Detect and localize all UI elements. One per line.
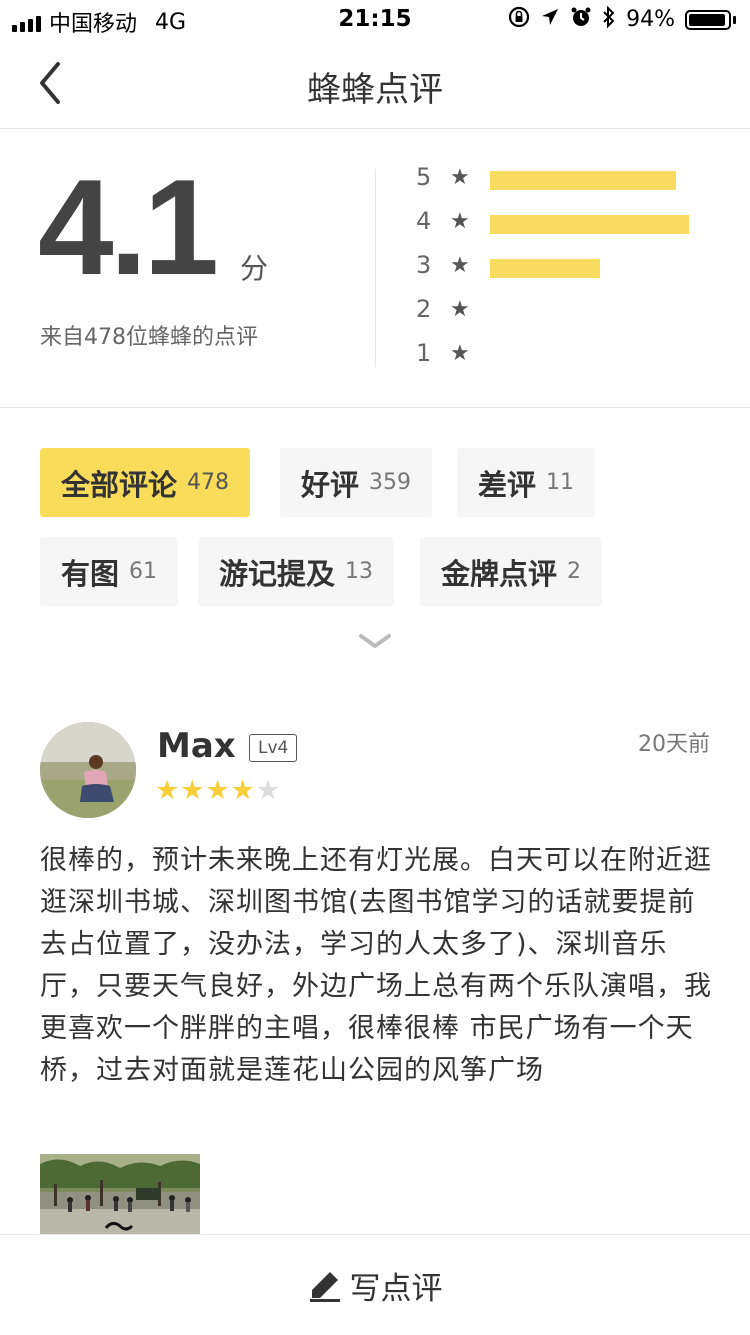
- review-text: 很棒的，预计未来晚上还有灯光展。白天可以在附近逛逛深圳书城、深圳图书馆(去图书馆…: [40, 845, 712, 1086]
- review-time: 20天前: [638, 732, 710, 757]
- battery-percent: 94%: [626, 7, 675, 32]
- chip-count: 478: [187, 470, 230, 495]
- star-icon: ★: [450, 297, 470, 322]
- distribution-row-4: 4 ★: [410, 203, 730, 243]
- filter-chip-gold[interactable]: 金牌点评 2: [420, 537, 603, 606]
- chevron-down-icon: [359, 634, 391, 648]
- chip-count: 61: [129, 559, 158, 584]
- star-icon: ★: [450, 165, 470, 190]
- username[interactable]: Max: [157, 726, 236, 766]
- chip-count: 2: [567, 559, 582, 584]
- write-review-button[interactable]: 写点评: [308, 1263, 443, 1308]
- chip-label: 差评: [478, 467, 537, 502]
- distribution-star-label: 3: [416, 251, 432, 279]
- distribution-row-1: 1 ★: [410, 335, 730, 375]
- rating-summary: 4.1 分 来自478位蜂蜂的点评 5 ★ 4 ★ 3 ★ 2 ★ 1 ★: [0, 129, 750, 408]
- filter-chip-positive[interactable]: 好评 359: [280, 448, 433, 517]
- filter-chip-travelogue[interactable]: 游记提及 13: [198, 537, 395, 606]
- filter-chip-negative[interactable]: 差评 11: [457, 448, 596, 517]
- star-icon: ★: [450, 253, 470, 278]
- lock-rotation-icon: [508, 6, 530, 33]
- chip-count: 11: [546, 470, 575, 495]
- bottom-bar: 写点评: [0, 1234, 750, 1335]
- chip-label: 好评: [301, 467, 360, 502]
- star-filled-icon: ★: [155, 775, 180, 806]
- user-avatar[interactable]: [40, 722, 136, 818]
- star-icon: ★: [450, 209, 470, 234]
- location-arrow-icon: [540, 7, 560, 32]
- divider: [375, 169, 376, 367]
- bluetooth-icon: [602, 5, 616, 33]
- distribution-star-label: 4: [416, 207, 432, 235]
- status-bar: 中国移动 4G 21:15 94%: [0, 0, 750, 40]
- distribution-bar: [490, 259, 600, 278]
- distribution-star-label: 2: [416, 295, 432, 323]
- score-unit: 分: [240, 252, 269, 285]
- write-review-label: 写点评: [349, 1270, 443, 1307]
- star-filled-icon: ★: [205, 775, 230, 806]
- review-source-count: 来自478位蜂蜂的点评: [40, 325, 258, 350]
- user-level-badge: Lv4: [249, 734, 298, 762]
- chip-count: 13: [345, 559, 374, 584]
- filter-chip-with-photos[interactable]: 有图 61: [40, 537, 179, 606]
- distribution-row-2: 2 ★: [410, 291, 730, 331]
- pen-icon: [309, 1272, 340, 1302]
- expand-filters-button[interactable]: [356, 628, 394, 654]
- distribution-bar: [490, 171, 676, 190]
- review-photo[interactable]: [40, 1154, 200, 1234]
- chip-count: 359: [369, 470, 412, 495]
- alarm-icon: [570, 6, 592, 33]
- star-filled-icon: ★: [180, 775, 205, 806]
- chip-label: 全部评论: [61, 467, 178, 502]
- page-title: 蜂蜂点评: [307, 70, 443, 110]
- star-icon: ★: [450, 341, 470, 366]
- distribution-row-5: 5 ★: [410, 159, 730, 199]
- distribution-row-3: 3 ★: [410, 247, 730, 287]
- chip-label: 游记提及: [219, 556, 336, 591]
- star-empty-icon: ★: [255, 775, 281, 806]
- star-filled-icon: ★: [230, 775, 255, 806]
- battery-icon: [685, 9, 736, 30]
- nav-bar: 蜂蜂点评: [0, 40, 750, 129]
- review-rating: ★ ★ ★ ★ ★: [155, 776, 280, 806]
- distribution-bar: [490, 215, 689, 234]
- distribution-star-label: 5: [416, 163, 432, 191]
- chip-label: 有图: [61, 556, 120, 591]
- distribution-star-label: 1: [416, 339, 432, 367]
- chip-label: 金牌点评: [441, 556, 558, 591]
- average-score: 4.1: [38, 151, 219, 303]
- filter-chip-all[interactable]: 全部评论 478: [40, 448, 251, 517]
